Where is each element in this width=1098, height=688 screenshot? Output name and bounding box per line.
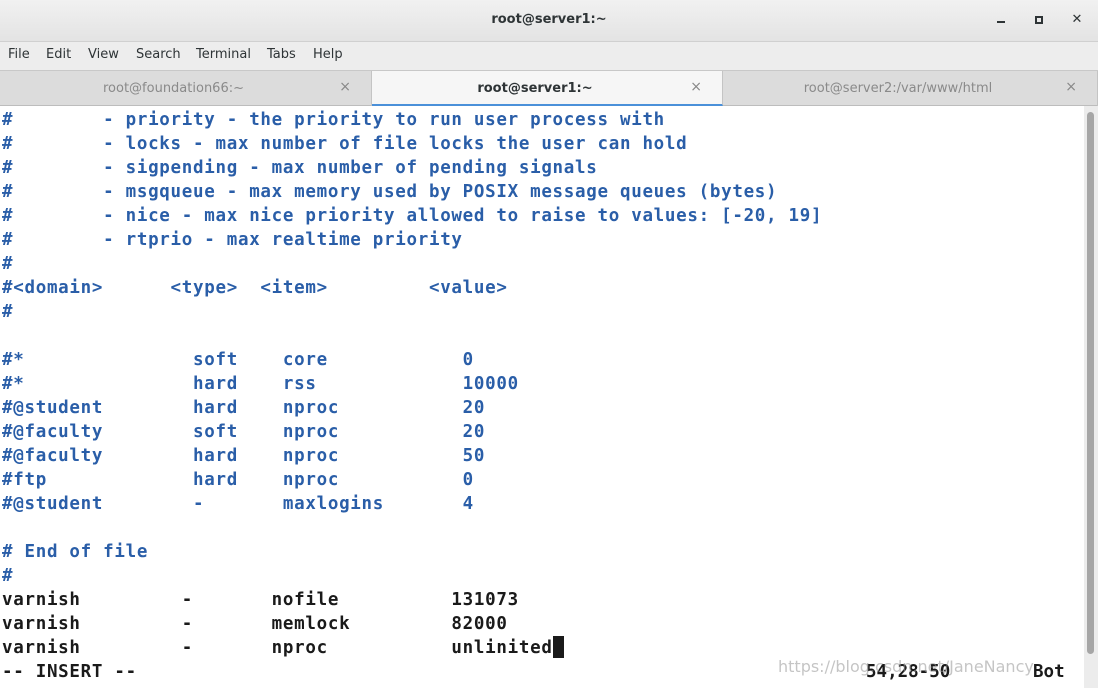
terminal-line: #<domain> <type> <item> <value> [2, 278, 508, 298]
menu-edit[interactable]: Edit [46, 47, 71, 62]
terminal-line: # End of file [2, 542, 149, 562]
tab-foundation66[interactable]: root@foundation66:~ × [0, 71, 372, 106]
window-title: root@server1:~ [491, 12, 607, 27]
tab-bar: root@foundation66:~ × root@server1:~ × r… [0, 70, 1098, 106]
terminal-line: #@student hard nproc 20 [2, 398, 486, 418]
terminal-line-cursor-row: varnish - nproc unlinited [2, 636, 564, 660]
terminal-line: #@faculty soft nproc 20 [2, 422, 486, 442]
menu-tabs[interactable]: Tabs [267, 47, 296, 62]
menubar: File Edit View Search Terminal Tabs Help [0, 42, 1098, 70]
scrollbar-thumb[interactable] [1087, 112, 1094, 654]
menu-search[interactable]: Search [136, 47, 181, 62]
terminal-line: varnish - memlock 82000 [2, 614, 508, 634]
tab-label: root@server1:~ [477, 81, 593, 96]
terminal-line: # - nice - max nice priority allowed to … [2, 206, 823, 226]
terminal-scrollbar[interactable] [1084, 106, 1098, 688]
terminal-line: # [2, 566, 14, 586]
terminal-line: # [2, 254, 14, 274]
maximize-icon[interactable] [1030, 11, 1048, 29]
terminal-line: # - sigpending - max number of pending s… [2, 158, 598, 178]
tab-label: root@foundation66:~ [102, 81, 244, 96]
terminal-line: #ftp hard nproc 0 [2, 470, 474, 490]
terminal-line: varnish - nofile 131073 [2, 590, 519, 610]
terminal-line: # - priority - the priority to run user … [2, 110, 665, 130]
vim-scroll-position: Bot [1033, 662, 1065, 682]
minimize-icon[interactable] [992, 11, 1010, 29]
tab-label: root@server2:/var/www/html [803, 81, 993, 96]
menu-file[interactable]: File [8, 47, 30, 62]
close-icon[interactable]: × [1065, 79, 1077, 95]
close-icon[interactable]: × [690, 79, 702, 95]
terminal-view[interactable]: # - priority - the priority to run user … [0, 106, 1084, 688]
terminal-line-text: varnish - nproc unlinited [2, 638, 553, 658]
tab-server2[interactable]: root@server2:/var/www/html × [723, 71, 1098, 106]
terminal-line: # [2, 302, 14, 322]
watermark: https://blog.csdn.net/JaneNancy [778, 657, 1034, 676]
terminal-line: #@student - maxlogins 4 [2, 494, 474, 514]
terminal-line: # - rtprio - max realtime priority [2, 230, 463, 250]
close-icon[interactable]: × [339, 79, 351, 95]
terminal-line: # - locks - max number of file locks the… [2, 134, 688, 154]
menu-terminal[interactable]: Terminal [196, 47, 251, 62]
menu-help[interactable]: Help [313, 47, 343, 62]
window-titlebar: root@server1:~ ✕ [0, 0, 1098, 42]
text-cursor [552, 636, 564, 658]
terminal-line: #@faculty hard nproc 50 [2, 446, 486, 466]
terminal-line: # - msgqueue - max memory used by POSIX … [2, 182, 778, 202]
close-icon[interactable]: ✕ [1068, 11, 1086, 29]
tab-server1[interactable]: root@server1:~ × [372, 71, 723, 106]
terminal-line: #* hard rss 10000 [2, 374, 519, 394]
terminal-line: #* soft core 0 [2, 350, 474, 370]
menu-view[interactable]: View [88, 47, 119, 62]
vim-mode-indicator: -- INSERT -- [2, 662, 137, 682]
